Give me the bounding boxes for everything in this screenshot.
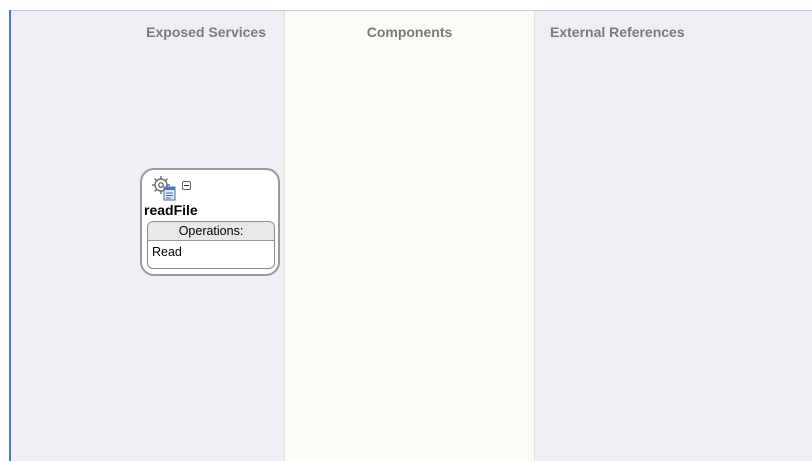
collapse-toggle-icon[interactable]: [182, 181, 191, 190]
swimlane-components[interactable]: Components: [284, 11, 535, 461]
swimlane-title: Exposed Services: [146, 24, 266, 40]
service-readfile-card[interactable]: readFile Operations: Read: [140, 168, 280, 276]
swimlane-title: Components: [366, 24, 453, 40]
operation-item[interactable]: Read: [148, 241, 274, 259]
composite-editor-canvas[interactable]: Exposed Services Components External Ref…: [0, 0, 812, 461]
swimlane-external-references[interactable]: External References: [535, 11, 812, 461]
operations-panel: Operations: Read: [147, 221, 275, 269]
swimlane-title: External References: [550, 24, 685, 40]
service-name: readFile: [144, 202, 198, 218]
gear-document-icon: [152, 176, 176, 201]
operations-header: Operations:: [148, 222, 274, 241]
